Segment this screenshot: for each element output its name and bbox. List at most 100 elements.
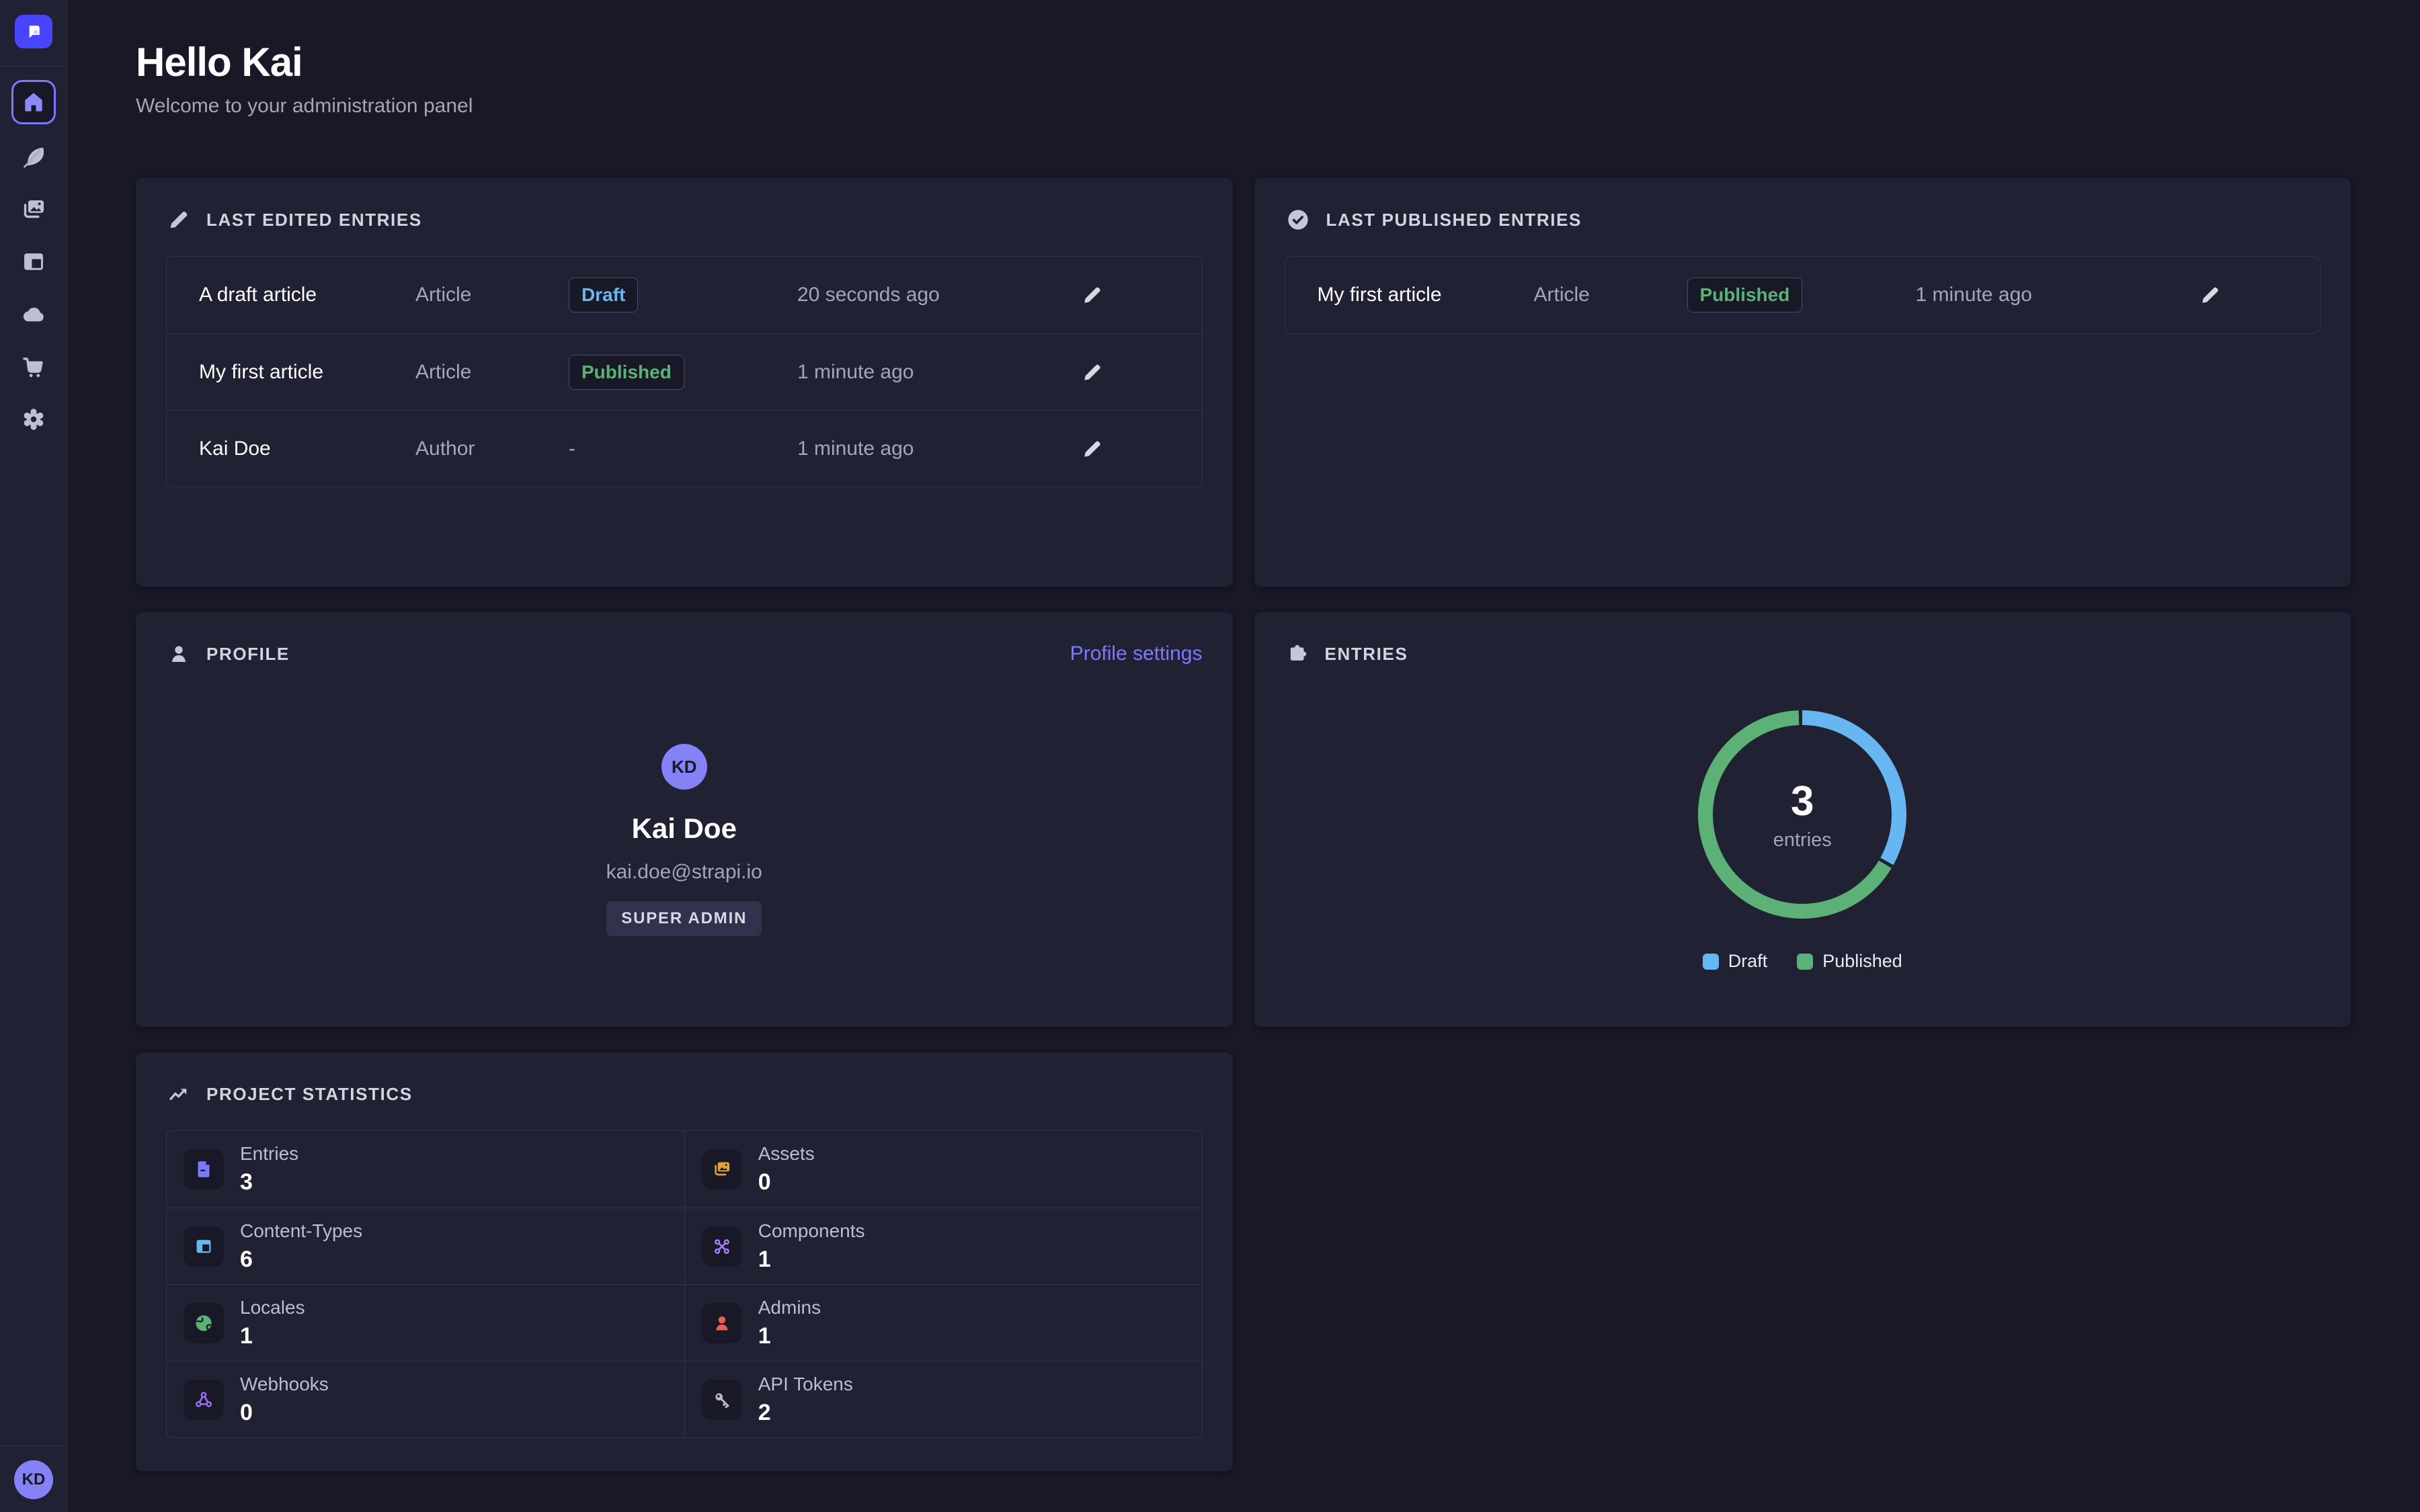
- profile-email: kai.doe@strapi.io: [606, 861, 762, 884]
- status-badge: Draft: [569, 278, 638, 312]
- home-icon: [21, 89, 46, 115]
- page-title: Hello Kai: [136, 39, 2351, 85]
- cloud-icon: [19, 300, 48, 329]
- entry-type: Author: [415, 437, 569, 460]
- panel-header: PROFILE Profile settings: [166, 639, 1203, 669]
- stat-webhooks: Webhooks 0: [167, 1361, 684, 1437]
- webhook-icon: [184, 1380, 224, 1420]
- profile-settings-link[interactable]: Profile settings: [1070, 642, 1203, 665]
- stat-value: 2: [758, 1400, 853, 1426]
- sidebar-item-deploy[interactable]: [18, 299, 49, 330]
- chart-legend: Draft Published: [1703, 951, 1902, 972]
- entry-type: Article: [415, 284, 569, 306]
- entry-time: 1 minute ago: [797, 361, 1077, 384]
- stat-assets: Assets 0: [684, 1131, 1202, 1208]
- last-published-entries-panel: LAST PUBLISHED ENTRIES My first article …: [1254, 178, 2351, 587]
- panel-header: LAST PUBLISHED ENTRIES: [1285, 205, 2321, 235]
- draft-swatch: [1703, 954, 1719, 970]
- entries-chart-area: 3 entries Draft Published: [1285, 710, 2321, 972]
- pencil-icon: [166, 207, 192, 233]
- legend-label: Published: [1822, 951, 1902, 972]
- status-badge: Published: [1687, 278, 1803, 312]
- role-badge: SUPER ADMIN: [606, 901, 762, 936]
- entry-status: -: [569, 437, 797, 460]
- entries-unit: entries: [1773, 829, 1832, 851]
- person-icon: [166, 641, 192, 667]
- panel-title: PROJECT STATISTICS: [206, 1084, 413, 1105]
- legend-item-draft: Draft: [1703, 951, 1768, 972]
- page-subtitle: Welcome to your administration panel: [136, 95, 2351, 118]
- panel-title: LAST EDITED ENTRIES: [206, 210, 422, 230]
- table-row[interactable]: My first article Article Published 1 min…: [1285, 257, 2321, 333]
- strapi-logo: [15, 15, 52, 48]
- sidebar-item-home[interactable]: [11, 80, 56, 124]
- sidebar-item-marketplace[interactable]: [18, 351, 49, 382]
- stat-label: Admins: [758, 1297, 821, 1318]
- edit-entry-button[interactable]: [1077, 280, 1108, 310]
- status-empty: -: [569, 437, 575, 460]
- sidebar-item-settings[interactable]: [18, 404, 49, 435]
- last-published-table: My first article Article Published 1 min…: [1285, 256, 2321, 334]
- table-row[interactable]: My first article Article Published 1 min…: [167, 333, 1202, 410]
- dashboard-grid: LAST EDITED ENTRIES A draft article Arti…: [136, 178, 2351, 1471]
- sidebar-footer: KD: [0, 1445, 67, 1512]
- entry-status: Draft: [569, 278, 797, 312]
- table-row[interactable]: A draft article Article Draft 20 seconds…: [167, 257, 1202, 333]
- sidebar-item-content-manager[interactable]: [18, 142, 49, 173]
- stat-label: Webhooks: [240, 1374, 329, 1395]
- globe-icon: [184, 1303, 224, 1343]
- pencil-icon: [1080, 360, 1104, 384]
- puzzle-icon: [1285, 641, 1310, 667]
- stat-label: Assets: [758, 1143, 815, 1165]
- stats-grid: Entries 3 Assets: [166, 1130, 1203, 1438]
- stat-value: 1: [758, 1247, 865, 1273]
- stat-label: Locales: [240, 1297, 305, 1318]
- media-library-icon: [19, 195, 48, 224]
- profile-avatar: KD: [661, 744, 707, 790]
- table-row[interactable]: Kai Doe Author - 1 minute ago: [167, 410, 1202, 487]
- entries-donut-chart: 3 entries: [1698, 710, 1906, 919]
- entries-panel: ENTRIES 3 entries Draft Publis: [1254, 612, 2351, 1027]
- sidebar-nav: [0, 67, 67, 456]
- entry-name: Kai Doe: [199, 437, 415, 460]
- pencil-icon: [1080, 283, 1104, 307]
- last-edited-table: A draft article Article Draft 20 seconds…: [166, 256, 1203, 487]
- entry-type: Article: [1534, 284, 1687, 306]
- pencil-icon: [1080, 437, 1104, 461]
- document-icon: [184, 1149, 224, 1189]
- edit-entry-button[interactable]: [1077, 357, 1108, 388]
- stat-label: Components: [758, 1220, 865, 1242]
- sidebar: KD: [0, 0, 68, 1512]
- pencil-icon: [2198, 283, 2222, 307]
- picture-icon: [702, 1149, 742, 1189]
- panel-header: LAST EDITED ENTRIES: [166, 205, 1203, 235]
- gear-icon: [19, 405, 48, 434]
- edit-entry-button[interactable]: [1077, 433, 1108, 464]
- person-icon: [702, 1303, 742, 1343]
- stat-label: Entries: [240, 1143, 298, 1165]
- sidebar-item-content-type-builder[interactable]: [18, 247, 49, 278]
- stat-value: 6: [240, 1247, 362, 1273]
- entries-total: 3: [1791, 778, 1814, 825]
- edit-entry-button[interactable]: [2195, 280, 2226, 310]
- profile-body: KD Kai Doe kai.doe@strapi.io SUPER ADMIN: [166, 744, 1203, 936]
- stat-components: Components 1: [684, 1208, 1202, 1284]
- strapi-logo-icon: [24, 22, 44, 42]
- stat-value: 1: [758, 1323, 821, 1349]
- stat-content-types: Content-Types 6: [167, 1208, 684, 1284]
- legend-label: Draft: [1728, 951, 1768, 972]
- panel-title: LAST PUBLISHED ENTRIES: [1326, 210, 1582, 230]
- panel-header: ENTRIES: [1285, 639, 2321, 669]
- trending-up-icon: [166, 1081, 192, 1107]
- entry-time: 1 minute ago: [797, 437, 1077, 460]
- entry-time: 20 seconds ago: [797, 284, 1077, 306]
- entry-status: Published: [1687, 278, 1916, 312]
- profile-name: Kai Doe: [632, 812, 737, 845]
- legend-item-published: Published: [1797, 951, 1902, 972]
- entry-name: My first article: [1318, 284, 1534, 306]
- sidebar-footer-divider: [0, 1445, 67, 1446]
- donut-center: 3 entries: [1713, 725, 1892, 904]
- stat-entries: Entries 3: [167, 1131, 684, 1208]
- sidebar-item-media-library[interactable]: [18, 194, 49, 225]
- user-avatar[interactable]: KD: [14, 1460, 53, 1499]
